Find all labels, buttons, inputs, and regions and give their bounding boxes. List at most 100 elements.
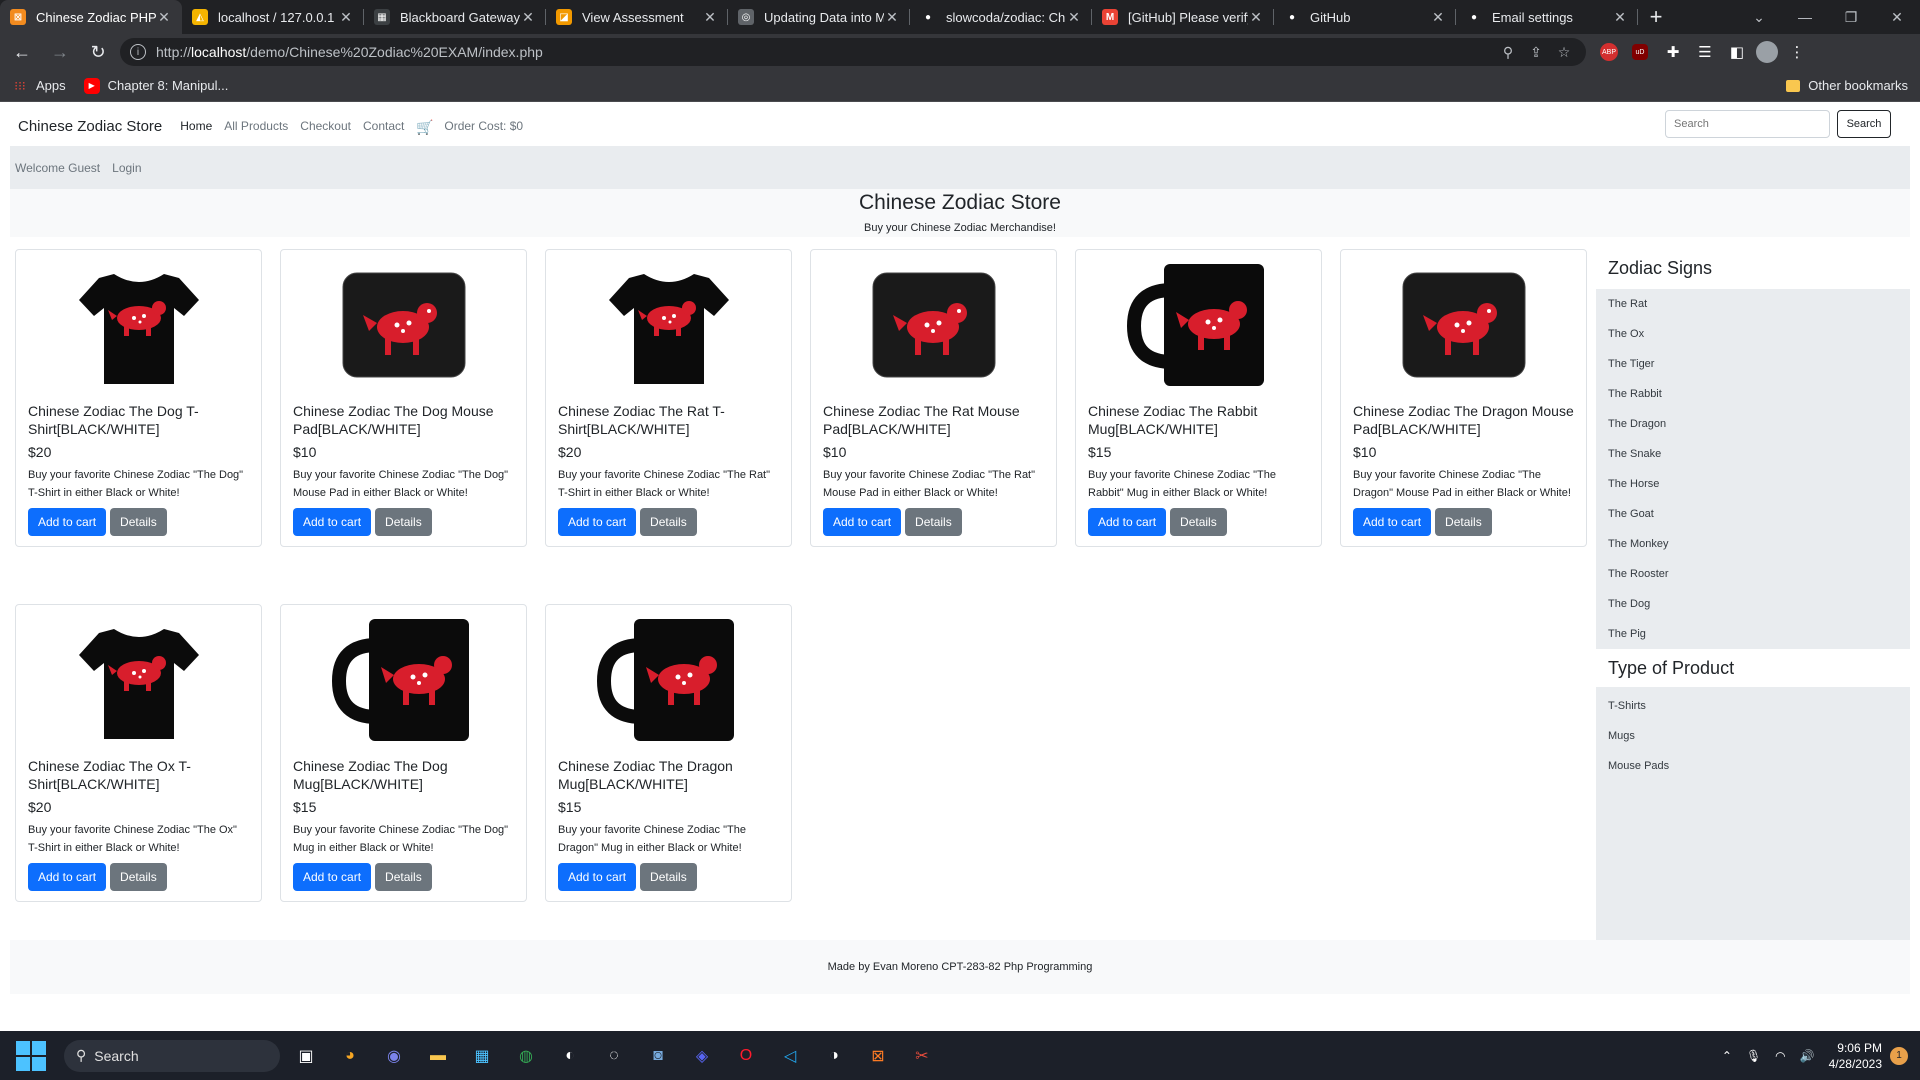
tab-close-icon[interactable]: ✕: [1066, 9, 1082, 26]
side-panel-icon[interactable]: ◧: [1724, 39, 1750, 65]
login-link[interactable]: Login: [112, 161, 141, 175]
browser-tab[interactable]: ▦ Blackboard Gateway - ✕: [364, 0, 546, 34]
sidebar-item-sign[interactable]: The Rat: [1596, 289, 1910, 319]
zoom-icon[interactable]: ⚲: [1496, 44, 1520, 61]
widgets-icon[interactable]: ◕: [332, 1038, 368, 1074]
details-button[interactable]: Details: [640, 508, 697, 536]
browser-tab[interactable]: ⊠ Chinese Zodiac PHP E ✕: [0, 0, 182, 34]
file-explorer-icon[interactable]: ▬: [420, 1038, 456, 1074]
product-image[interactable]: [293, 250, 514, 400]
tab-close-icon[interactable]: ✕: [884, 9, 900, 26]
clock[interactable]: 9:06 PM 4/28/2023: [1829, 1040, 1882, 1072]
opera-icon[interactable]: O: [728, 1038, 764, 1074]
site-info-icon[interactable]: i: [130, 44, 146, 60]
details-button[interactable]: Details: [1170, 508, 1227, 536]
share-icon[interactable]: ⇪: [1524, 44, 1548, 61]
steam-client-icon[interactable]: ◑: [816, 1038, 852, 1074]
snipping-tool-icon[interactable]: ✂: [904, 1038, 940, 1074]
add-to-cart-button[interactable]: Add to cart: [558, 508, 637, 536]
reading-list-icon[interactable]: ☰: [1692, 39, 1718, 65]
windows-start-icon[interactable]: [16, 1040, 46, 1071]
product-image[interactable]: [1353, 250, 1574, 400]
product-image[interactable]: [28, 605, 249, 755]
sidebar-item-sign[interactable]: The Tiger: [1596, 349, 1910, 379]
tab-close-icon[interactable]: ✕: [338, 9, 354, 26]
details-button[interactable]: Details: [1435, 508, 1492, 536]
details-button[interactable]: Details: [110, 508, 167, 536]
details-button[interactable]: Details: [375, 508, 432, 536]
add-to-cart-button[interactable]: Add to cart: [293, 508, 372, 536]
tab-close-icon[interactable]: ✕: [520, 9, 536, 26]
bookmark-star-icon[interactable]: ☆: [1552, 44, 1576, 61]
browser-tab[interactable]: ● slowcoda/zodiac: Chin ✕: [910, 0, 1092, 34]
details-button[interactable]: Details: [110, 863, 167, 891]
tab-close-icon[interactable]: ✕: [1248, 9, 1264, 26]
add-to-cart-button[interactable]: Add to cart: [558, 863, 637, 891]
search-input[interactable]: [1665, 110, 1830, 138]
store-icon[interactable]: ▦: [464, 1038, 500, 1074]
product-image[interactable]: [28, 250, 249, 400]
nav-checkout[interactable]: Checkout: [300, 119, 351, 133]
microphone-icon[interactable]: 🎙: [1746, 1049, 1761, 1063]
search-button[interactable]: Search: [1837, 110, 1891, 138]
url-text[interactable]: http://localhost/demo/Chinese%20Zodiac%2…: [156, 44, 1492, 60]
product-image[interactable]: [558, 605, 779, 755]
add-to-cart-button[interactable]: Add to cart: [1353, 508, 1432, 536]
add-to-cart-button[interactable]: Add to cart: [823, 508, 902, 536]
tray-chevron-icon[interactable]: ⌃: [1722, 1049, 1732, 1063]
sidebar-item-type[interactable]: T-Shirts: [1596, 691, 1910, 721]
add-to-cart-button[interactable]: Add to cart: [28, 508, 107, 536]
tab-search-icon[interactable]: ⌄: [1736, 0, 1782, 34]
sidebar-item-sign[interactable]: The Dragon: [1596, 409, 1910, 439]
xbox-icon[interactable]: ◙: [640, 1038, 676, 1074]
sidebar-item-sign[interactable]: The Horse: [1596, 469, 1910, 499]
browser-tab[interactable]: ● GitHub ✕: [1274, 0, 1456, 34]
minimize-icon[interactable]: —: [1782, 0, 1828, 34]
product-image[interactable]: [293, 605, 514, 755]
obs-icon[interactable]: ◌: [596, 1038, 632, 1074]
brand-link[interactable]: Chinese Zodiac Store: [18, 118, 162, 135]
sidebar-item-sign[interactable]: The Goat: [1596, 499, 1910, 529]
cart-icon[interactable]: 🛒: [416, 119, 433, 135]
browser-tab[interactable]: M [GitHub] Please verify ✕: [1092, 0, 1274, 34]
sidebar-item-sign[interactable]: The Dog: [1596, 589, 1910, 619]
sidebar-item-sign[interactable]: The Rooster: [1596, 559, 1910, 589]
sidebar-item-sign[interactable]: The Rabbit: [1596, 379, 1910, 409]
sidebar-item-type[interactable]: Mouse Pads: [1596, 751, 1910, 781]
tab-close-icon[interactable]: ✕: [702, 9, 718, 26]
other-bookmarks[interactable]: Other bookmarks: [1786, 78, 1908, 93]
reload-icon[interactable]: ↻: [82, 36, 114, 68]
nav-all-products[interactable]: All Products: [224, 119, 288, 133]
details-button[interactable]: Details: [905, 508, 962, 536]
tab-close-icon[interactable]: ✕: [1430, 9, 1446, 26]
tab-close-icon[interactable]: ✕: [1612, 9, 1628, 26]
sidebar-item-sign[interactable]: The Pig: [1596, 619, 1910, 649]
product-image[interactable]: [1088, 250, 1309, 400]
extensions-puzzle-icon[interactable]: ✚: [1660, 39, 1686, 65]
chrome-icon[interactable]: ◍: [508, 1038, 544, 1074]
adblock-plus-icon[interactable]: ABP: [1600, 43, 1618, 61]
product-image[interactable]: [823, 250, 1044, 400]
add-to-cart-button[interactable]: Add to cart: [28, 863, 107, 891]
browser-tab[interactable]: ◪ View Assessment ✕: [546, 0, 728, 34]
product-image[interactable]: [558, 250, 779, 400]
nav-home[interactable]: Home: [180, 119, 212, 133]
notification-badge[interactable]: 1: [1890, 1046, 1908, 1065]
volume-icon[interactable]: 🔊: [1800, 1049, 1815, 1063]
sidebar-item-sign[interactable]: The Ox: [1596, 319, 1910, 349]
nav-contact[interactable]: Contact: [363, 119, 404, 133]
ublock-icon[interactable]: uD: [1632, 44, 1648, 60]
details-button[interactable]: Details: [640, 863, 697, 891]
vscode-icon[interactable]: ◁: [772, 1038, 808, 1074]
sidebar-item-type[interactable]: Mugs: [1596, 721, 1910, 751]
wifi-icon[interactable]: ◠: [1775, 1049, 1785, 1063]
browser-tab[interactable]: ● Email settings ✕: [1456, 0, 1638, 34]
close-window-icon[interactable]: ✕: [1874, 0, 1920, 34]
menu-kebab-icon[interactable]: ⋮: [1784, 39, 1810, 65]
xampp-icon[interactable]: ⊠: [860, 1038, 896, 1074]
teams-chat-icon[interactable]: ◉: [376, 1038, 412, 1074]
task-view-icon[interactable]: ▣: [288, 1038, 324, 1074]
tab-close-icon[interactable]: ✕: [156, 9, 172, 26]
sidebar-item-sign[interactable]: The Snake: [1596, 439, 1910, 469]
add-to-cart-button[interactable]: Add to cart: [1088, 508, 1167, 536]
